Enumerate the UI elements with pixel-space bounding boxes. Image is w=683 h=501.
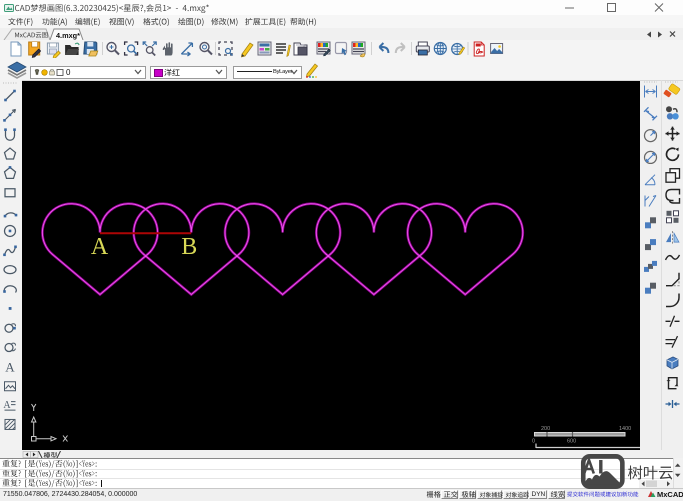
svg-text:200: 200	[541, 426, 550, 432]
svg-text:A: A	[91, 234, 109, 260]
svg-text:1400: 1400	[619, 426, 631, 432]
svg-text:0: 0	[532, 439, 535, 445]
svg-text:A: A	[5, 359, 15, 374]
svg-text:A: A	[3, 400, 11, 411]
svg-text:B: B	[181, 234, 197, 260]
